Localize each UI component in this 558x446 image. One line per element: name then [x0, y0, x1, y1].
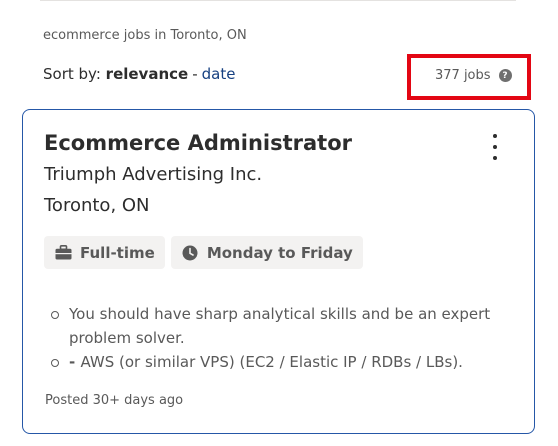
job-card[interactable]: Ecommerce Administrator Triumph Advertis… — [22, 109, 535, 434]
tag-label: Full-time — [80, 243, 155, 262]
top-divider — [40, 0, 516, 1]
job-title[interactable]: Ecommerce Administrator — [44, 131, 352, 155]
sort-label: Sort by: — [43, 65, 101, 83]
posted-date: Posted 30+ days ago — [45, 393, 184, 408]
clock-icon — [181, 245, 199, 261]
snippet-text: You should have sharp analytical skills … — [69, 305, 491, 347]
tag-label: Monday to Friday — [206, 243, 353, 262]
help-circle-icon[interactable]: ? — [498, 69, 512, 82]
sort-bar: Sort by: relevance - date — [43, 65, 235, 83]
company-name: Triumph Advertising Inc. — [44, 164, 263, 185]
sort-relevance: relevance — [105, 65, 189, 83]
snippet-item: You should have sharp analytical skills … — [51, 302, 521, 350]
search-summary: ecommerce jobs in Toronto, ON — [43, 28, 247, 43]
tag-job-type: Full-time — [44, 236, 165, 269]
snippet-text: AWS (or similar VPS) (EC2 / Elastic IP /… — [80, 353, 463, 371]
job-count-highlight: 377 jobs ? — [407, 54, 531, 100]
job-snippet: You should have sharp analytical skills … — [51, 302, 521, 374]
more-options-icon[interactable] — [485, 134, 505, 160]
job-count-text: 377 jobs — [435, 68, 491, 83]
sort-separator: - — [192, 65, 198, 83]
snippet-prefix: - — [69, 353, 81, 371]
job-count: 377 jobs ? — [435, 68, 512, 83]
briefcase-icon — [54, 245, 72, 261]
job-location: Toronto, ON — [44, 195, 150, 216]
sort-date-link[interactable]: date — [202, 65, 236, 83]
tag-schedule: Monday to Friday — [170, 236, 363, 269]
snippet-item: - AWS (or similar VPS) (EC2 / Elastic IP… — [51, 350, 521, 374]
job-tags: Full-time Monday to Friday — [44, 236, 363, 269]
